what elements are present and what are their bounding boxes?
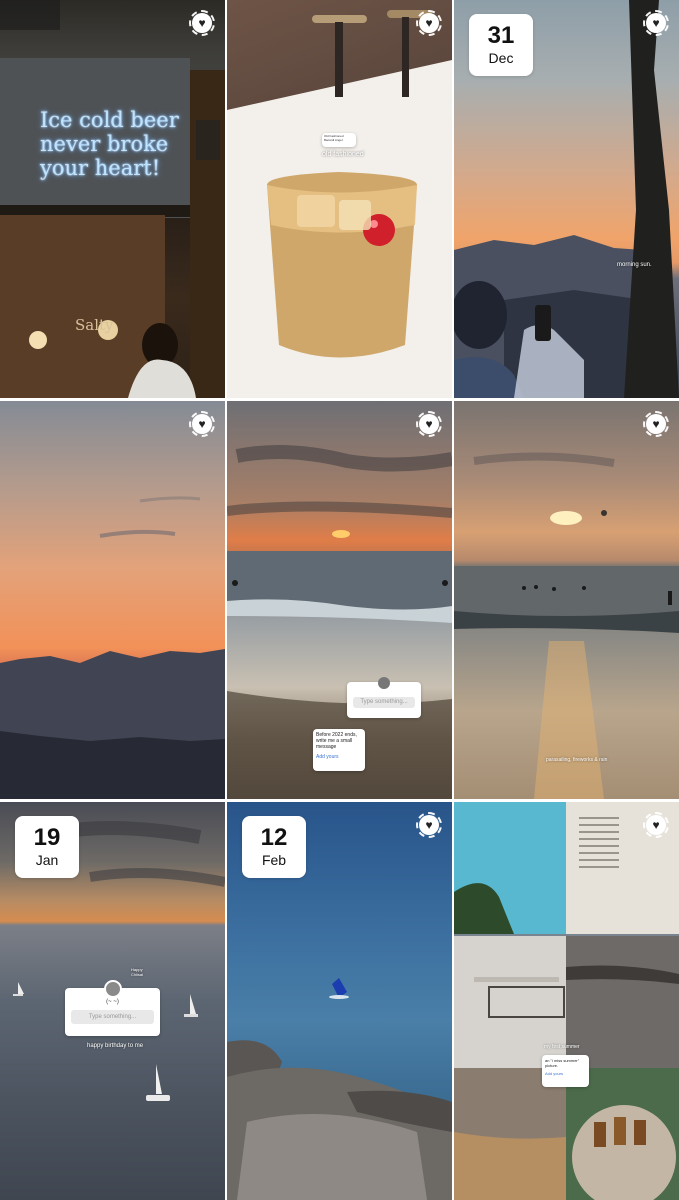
- neon-line-3: your heart!: [40, 156, 161, 180]
- story-caption: happy birthday to me: [87, 1043, 144, 1049]
- heart-icon: ♥: [198, 417, 206, 431]
- sea-sunset-illustration: [454, 452, 679, 799]
- question-input[interactable]: Type something...: [71, 1010, 154, 1024]
- question-input[interactable]: Type something...: [353, 697, 415, 708]
- save-highlight-button[interactable]: ♥: [643, 812, 669, 838]
- date-badge: 19 Jan: [15, 816, 79, 878]
- avatar: [378, 677, 390, 689]
- neon-sign-text: Ice cold beer never broke your heart!: [40, 108, 179, 180]
- add-yours-prompt: an "i miss summer" picture.: [545, 1058, 580, 1068]
- question-title: (~ ~): [106, 999, 119, 1005]
- tag-line-2: Bacardi Angel: [324, 138, 343, 142]
- question-sticker[interactable]: (~ ~) Type something...: [65, 980, 160, 1036]
- collage-illustration: [454, 802, 679, 1200]
- add-yours-sticker[interactable]: an "i miss summer" picture. Add yours: [542, 1055, 589, 1087]
- date-month: Feb: [261, 852, 287, 868]
- product-tag-sticker[interactable]: Old Fashioned Bacardi Angel: [322, 133, 356, 147]
- heart-icon: ♥: [425, 16, 433, 30]
- bar-scene-illustration: Salty: [0, 0, 225, 398]
- date-month: Dec: [488, 50, 514, 66]
- story-caption: morning sun.: [617, 262, 652, 268]
- heart-icon: ♥: [652, 818, 660, 832]
- story-tile-cocktail[interactable]: Old Fashioned Bacardi Angel old fashione…: [227, 0, 452, 398]
- neon-line-2: never broke: [40, 132, 169, 156]
- story-tile-collage[interactable]: my first summer an "i miss summer" pictu…: [454, 802, 679, 1200]
- save-highlight-button[interactable]: ♥: [189, 10, 215, 36]
- story-highlights-grid: Salty Ice cold beer never broke your hea…: [0, 0, 679, 1200]
- story-tile-mountain-sunset[interactable]: ♥: [0, 401, 225, 799]
- save-highlight-button[interactable]: ♥: [416, 411, 442, 437]
- story-tile-sunrise-phone[interactable]: 31 Dec morning sun. ♥: [454, 0, 679, 398]
- story-tile-neon-bar[interactable]: Salty Ice cold beer never broke your hea…: [0, 0, 225, 398]
- date-day: 31: [487, 22, 515, 49]
- cocktail-illustration: [227, 10, 452, 398]
- save-highlight-button[interactable]: ♥: [643, 10, 669, 36]
- add-yours-sticker[interactable]: Before 2022 ends, write me a small messa…: [313, 729, 365, 771]
- save-highlight-button[interactable]: ♥: [189, 411, 215, 437]
- save-highlight-button[interactable]: ♥: [416, 812, 442, 838]
- date-badge: 12 Feb: [242, 816, 306, 878]
- mountain-illustration: [0, 496, 225, 799]
- add-yours-button[interactable]: Add yours: [316, 754, 362, 760]
- story-tile-sea-sailboats[interactable]: 19 Jan Happy Chiisai (~ ~) Type somethin…: [0, 802, 225, 1200]
- date-badge: 31 Dec: [469, 14, 533, 76]
- date-month: Jan: [35, 852, 59, 868]
- add-yours-button[interactable]: Add yours: [545, 1071, 586, 1076]
- avatar: [103, 980, 122, 998]
- story-tile-sea-sunset-parasail[interactable]: parasailing, fireworks & rain ♥: [454, 401, 679, 799]
- question-sticker[interactable]: Type something...: [347, 677, 421, 718]
- heart-icon: ♥: [198, 16, 206, 30]
- sticker-label: Happy Chiisai: [131, 967, 144, 977]
- heart-icon: ♥: [652, 16, 660, 30]
- story-caption: old fashioned: [322, 151, 364, 158]
- story-caption: parasailing, fireworks & rain: [546, 757, 608, 763]
- story-tile-sea-swimmer[interactable]: 12 Feb ♥: [227, 802, 452, 1200]
- heart-icon: ♥: [652, 417, 660, 431]
- neon-line-1: Ice cold beer: [40, 108, 179, 132]
- story-tile-beach-sunset-questions[interactable]: Type something... Before 2022 ends, writ…: [227, 401, 452, 799]
- date-day: 19: [33, 824, 61, 851]
- story-caption: my first summer: [544, 1044, 580, 1050]
- add-yours-prompt: Before 2022 ends, write me a small messa…: [316, 732, 357, 750]
- date-day: 12: [260, 824, 288, 851]
- heart-icon: ♥: [425, 818, 433, 832]
- sign-text: Salty: [75, 316, 114, 334]
- save-highlight-button[interactable]: ♥: [416, 10, 442, 36]
- save-highlight-button[interactable]: ♥: [643, 411, 669, 437]
- heart-icon: ♥: [425, 417, 433, 431]
